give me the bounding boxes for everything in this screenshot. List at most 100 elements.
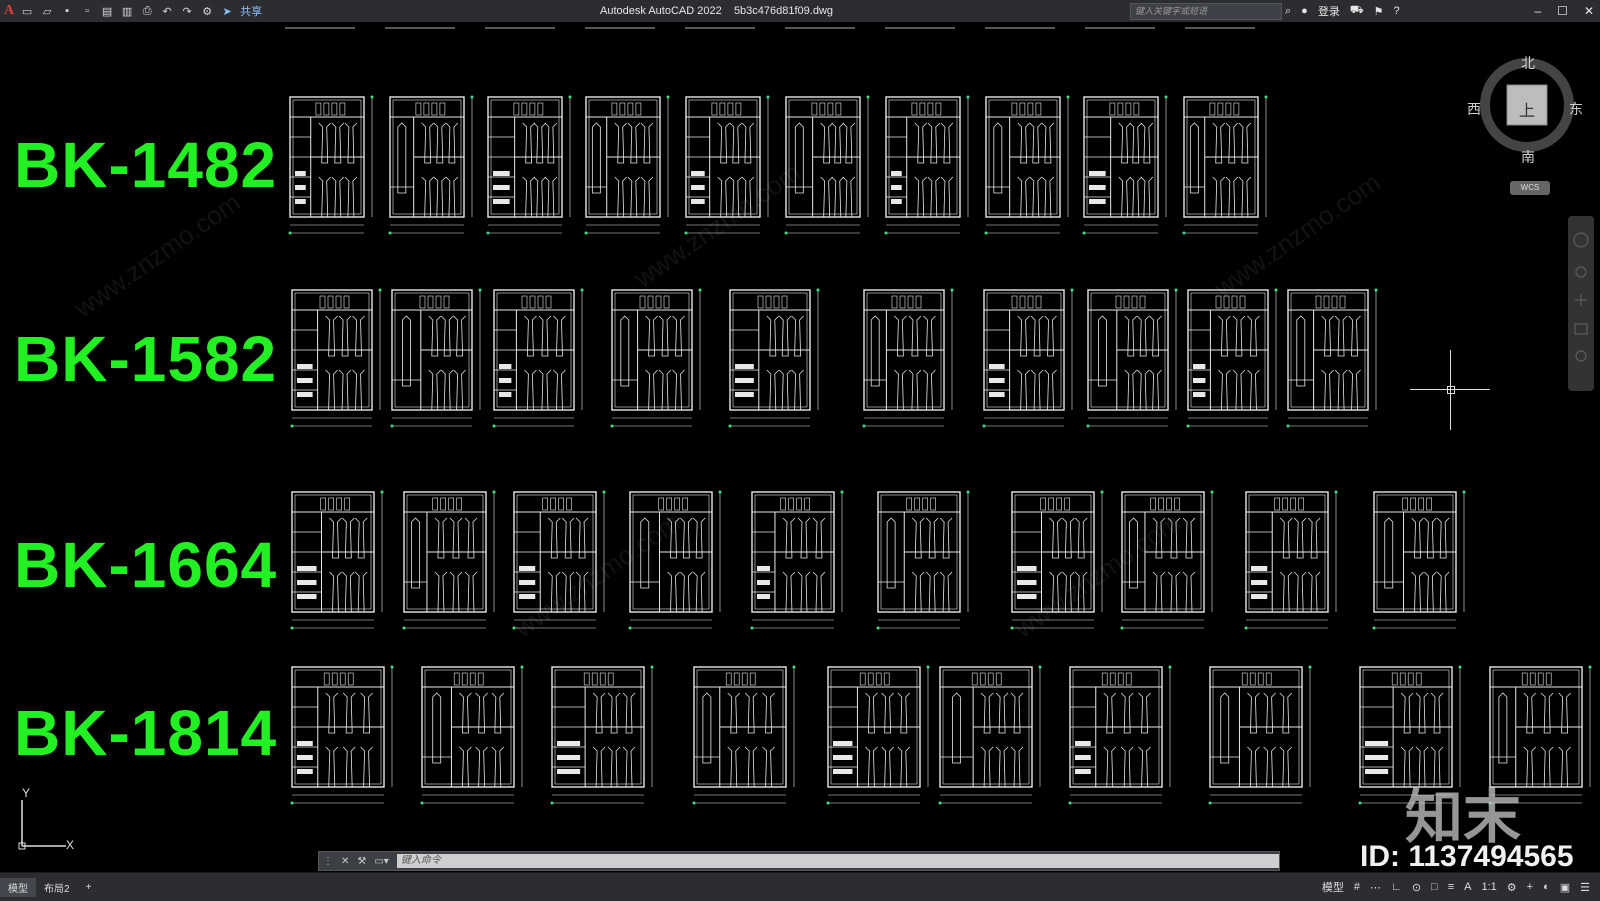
wardrobe-elevation[interactable] xyxy=(938,665,1042,805)
label-bk-1482: BK-1482 xyxy=(14,129,278,201)
annotation-icon[interactable]: A xyxy=(1464,881,1471,893)
search-icon[interactable]: ⌕ xyxy=(1285,5,1291,18)
save-icon[interactable]: ▪ xyxy=(60,4,74,18)
tab-layout2[interactable]: 布局2 xyxy=(36,878,78,897)
fullscreen-icon[interactable]: ▣ xyxy=(1560,881,1570,894)
connect-icon[interactable]: ⚑ xyxy=(1374,5,1384,18)
wardrobe-elevation[interactable] xyxy=(784,95,870,235)
menu-icon[interactable]: ☰ xyxy=(1580,881,1590,894)
new-file-icon[interactable]: ▭ xyxy=(20,4,34,18)
share-icon[interactable]: ➤ xyxy=(220,4,234,18)
grip-icon[interactable]: ⋮ xyxy=(319,856,337,867)
command-input[interactable]: 键入命令 xyxy=(396,854,1279,868)
minimize-icon[interactable]: – xyxy=(1534,4,1541,18)
wardrobe-elevation[interactable] xyxy=(550,665,654,805)
window-title: Autodesk AutoCAD 2022 5b3c476d81f09.dwg xyxy=(600,0,833,22)
viewcube[interactable]: 北 南 东 西 上 xyxy=(1467,53,1583,165)
wardrobe-elevation[interactable] xyxy=(1186,288,1278,428)
user-icon[interactable]: ● xyxy=(1301,5,1308,17)
ortho-icon[interactable]: ∟ xyxy=(1391,881,1402,893)
label-bk-1582: BK-1582 xyxy=(14,323,278,395)
compass-east[interactable]: 东 xyxy=(1569,99,1583,119)
wardrobe-elevation[interactable] xyxy=(492,288,584,428)
help-icon[interactable]: ? xyxy=(1394,5,1400,17)
publish-icon[interactable]: ▤ xyxy=(100,4,114,18)
grid-icon[interactable]: # xyxy=(1354,881,1360,893)
wardrobe-elevation[interactable] xyxy=(1372,490,1466,630)
workspace-gear-icon[interactable]: ⚙ xyxy=(1507,881,1517,894)
viewcube-face-top[interactable]: 上 xyxy=(1519,97,1535,121)
wardrobe-elevation[interactable] xyxy=(486,95,572,235)
redo-icon[interactable]: ↷ xyxy=(180,4,194,18)
wardrobe-elevation[interactable] xyxy=(1286,288,1378,428)
command-line: ⋮ ✕ ⚒ ▭▾ 键入命令 xyxy=(318,851,1280,871)
open-file-icon[interactable]: ▱ xyxy=(40,4,54,18)
app-logo[interactable]: A xyxy=(4,3,14,19)
compass-south[interactable]: 南 xyxy=(1521,147,1535,167)
maximize-icon[interactable]: ☐ xyxy=(1557,4,1568,18)
cart-icon[interactable]: ⛟ xyxy=(1350,4,1364,18)
close-icon[interactable]: ✕ xyxy=(1584,4,1594,18)
wardrobe-elevation[interactable] xyxy=(420,665,524,805)
share-button[interactable]: 共享 xyxy=(240,3,262,19)
add-layout-icon[interactable]: + xyxy=(78,880,100,895)
print-icon[interactable]: ⎙ xyxy=(140,4,154,18)
snap-icon[interactable]: ⋯ xyxy=(1370,881,1381,894)
wardrobe-elevation[interactable] xyxy=(290,665,394,805)
wardrobe-elevation[interactable] xyxy=(402,490,496,630)
wardrobe-elevation[interactable] xyxy=(388,95,474,235)
wardrobe-elevation[interactable] xyxy=(876,490,970,630)
file-name: 5b3c476d81f09.dwg xyxy=(733,5,834,17)
lineweight-icon[interactable]: ≡ xyxy=(1448,881,1454,893)
tab-model[interactable]: 模型 xyxy=(0,877,36,897)
label-bk-1814: BK-1814 xyxy=(14,697,278,769)
wardrobe-elevation[interactable] xyxy=(1208,665,1312,805)
workspace-icon[interactable]: ⚙ xyxy=(200,4,214,18)
undo-icon[interactable]: ↶ xyxy=(160,4,174,18)
wardrobe-elevation[interactable] xyxy=(1182,95,1268,235)
wardrobe-elevation[interactable] xyxy=(750,490,844,630)
annotation-scale[interactable]: 1:1 xyxy=(1481,881,1496,893)
compass-north[interactable]: 北 xyxy=(1521,53,1535,73)
wardrobe-elevation[interactable] xyxy=(1082,95,1168,235)
wardrobe-elevation[interactable] xyxy=(288,95,374,235)
wardrobe-elevation[interactable] xyxy=(1068,665,1172,805)
label-bk-1664: BK-1664 xyxy=(14,529,278,601)
recent-commands-icon[interactable]: ▭▾ xyxy=(370,856,392,867)
plus-icon[interactable]: + xyxy=(1527,881,1533,893)
wardrobe-elevation[interactable] xyxy=(984,95,1070,235)
isolate-icon[interactable]: ◐ xyxy=(1543,881,1550,893)
wardrobe-elevation[interactable] xyxy=(290,490,384,630)
wardrobe-elevation[interactable] xyxy=(610,288,702,428)
ucs-icon: Y X xyxy=(18,786,78,854)
polar-icon[interactable]: ⊙ xyxy=(1412,881,1421,894)
wardrobe-elevation[interactable] xyxy=(1244,490,1338,630)
wardrobe-elevation[interactable] xyxy=(290,288,382,428)
status-bar: 模型 布局2 + 模型 # ⋯ ∟ ⊙ □ ≡ A 1:1 ⚙ + ◐ ▣ ☰ xyxy=(0,872,1600,901)
wardrobe-elevation[interactable] xyxy=(884,95,970,235)
navigation-icons xyxy=(1573,232,1589,362)
wardrobe-elevation[interactable] xyxy=(1086,288,1178,428)
customize-icon[interactable]: ⚒ xyxy=(353,856,370,867)
save-as-icon[interactable]: ▫ xyxy=(80,4,94,18)
wardrobe-elevation[interactable] xyxy=(862,288,954,428)
close-command-icon[interactable]: ✕ xyxy=(337,856,353,867)
wardrobe-elevation[interactable] xyxy=(584,95,670,235)
wardrobe-elevation[interactable] xyxy=(728,288,820,428)
osnap-icon[interactable]: □ xyxy=(1431,881,1438,893)
wardrobe-elevation[interactable] xyxy=(692,665,796,805)
ucs-x-label: X xyxy=(66,838,75,852)
search-input[interactable]: 键入关键字或短语 xyxy=(1130,3,1282,20)
model-space-button[interactable]: 模型 xyxy=(1322,879,1344,895)
ucs-y-label: Y xyxy=(22,786,31,800)
login-button[interactable]: 登录 xyxy=(1318,3,1340,19)
cursor-pickbox xyxy=(1447,386,1455,394)
navigation-bar[interactable] xyxy=(1568,216,1594,391)
wardrobe-elevation[interactable] xyxy=(982,288,1074,428)
title-bar: A ▭ ▱ ▪ ▫ ▤ ▥ ⎙ ↶ ↷ ⚙ ➤ 共享 Autodesk Auto… xyxy=(0,0,1600,23)
wardrobe-elevation[interactable] xyxy=(826,665,930,805)
wardrobe-elevation[interactable] xyxy=(390,288,482,428)
plot-icon[interactable]: ▥ xyxy=(120,4,134,18)
compass-west[interactable]: 西 xyxy=(1467,99,1481,119)
wcs-menu[interactable]: WCS xyxy=(1510,181,1550,195)
